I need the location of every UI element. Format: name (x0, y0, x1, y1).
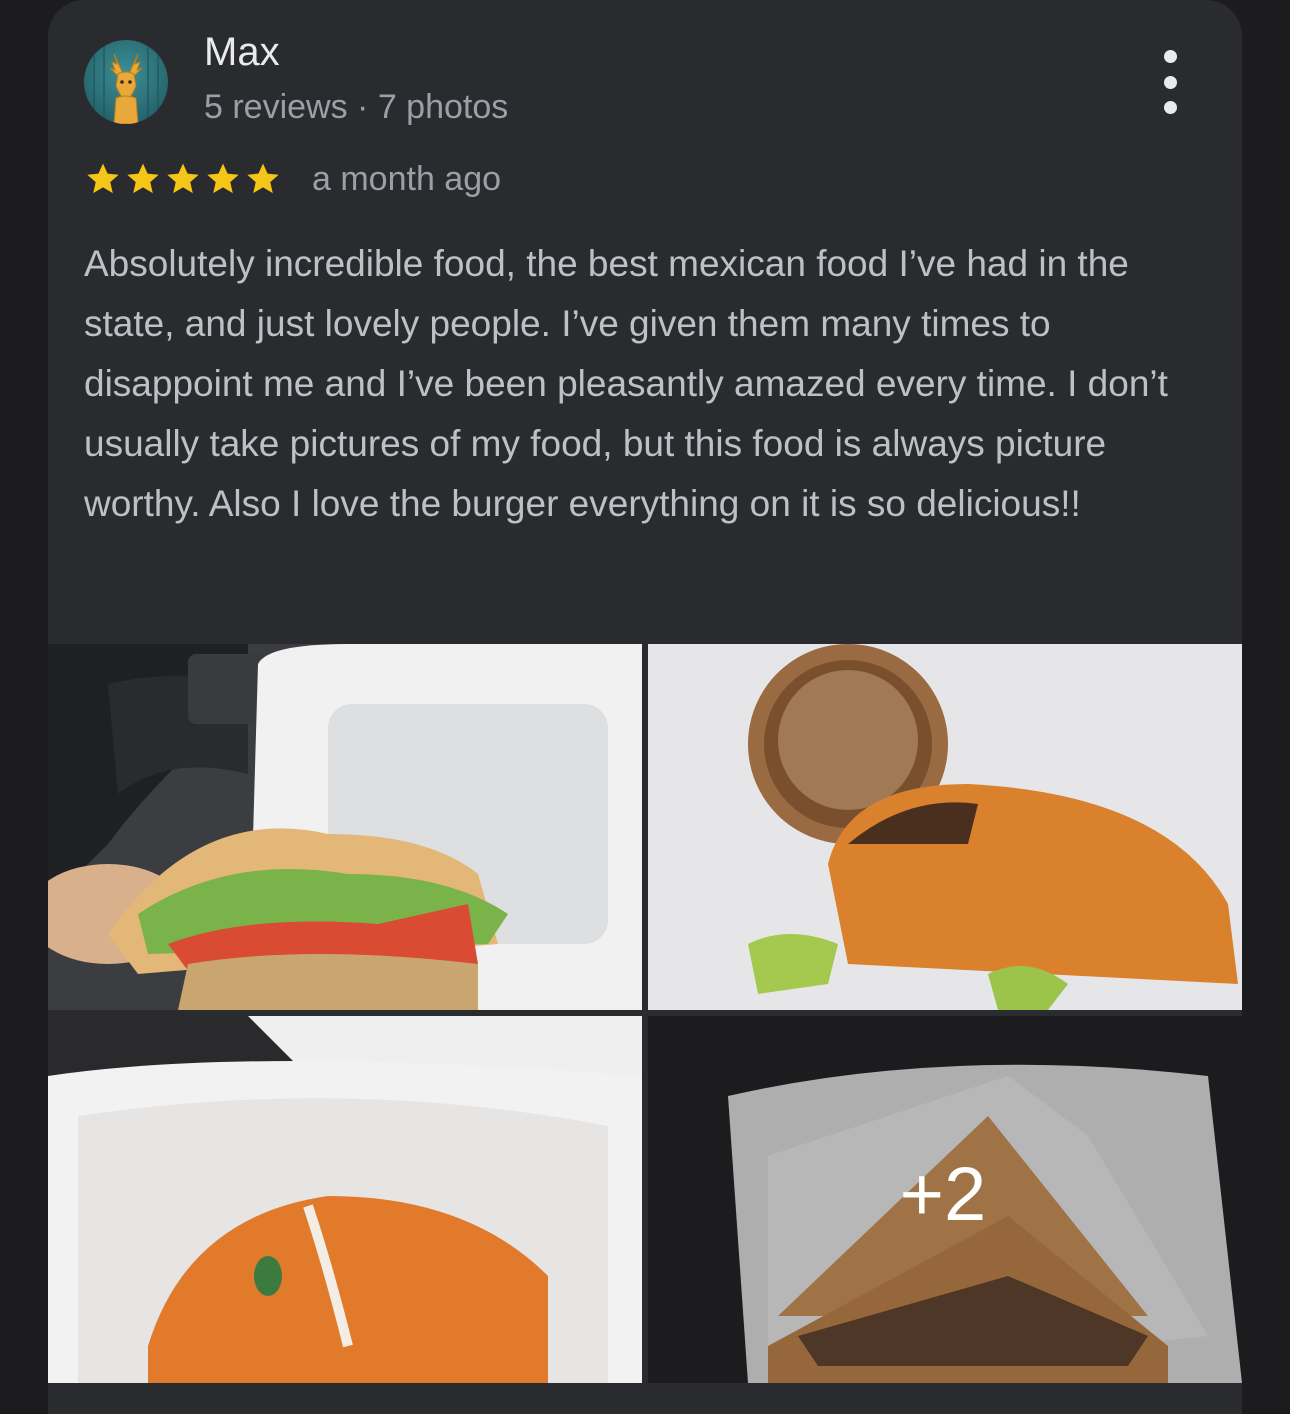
author-avatar[interactable] (84, 40, 168, 124)
card-bottom (48, 1383, 1242, 1414)
author-name[interactable]: Max (204, 30, 280, 75)
star-icon (127, 163, 159, 194)
star-icon (247, 163, 279, 194)
star-icon (167, 163, 199, 194)
review-time: a month ago (312, 160, 502, 198)
star-icon (207, 163, 239, 194)
review-photo-burger[interactable] (48, 644, 642, 1010)
author-meta: 5 reviews · 7 photos (204, 88, 509, 126)
star-rating (84, 160, 282, 198)
review-photo-taco-consome[interactable] (648, 644, 1242, 1010)
more-vert-icon[interactable] (1150, 50, 1190, 114)
review-text: Absolutely incredible food, the best mex… (84, 243, 1168, 524)
review-photo-quesataco[interactable] (48, 1016, 642, 1383)
review-photo-quesadilla[interactable]: +2 (648, 1016, 1242, 1383)
star-icon (87, 163, 119, 194)
deer-icon (93, 40, 159, 124)
review-card: Max 5 reviews · 7 photos a month ago Abs… (48, 0, 1242, 1414)
more-photos-count[interactable]: +2 (648, 1016, 1242, 1383)
